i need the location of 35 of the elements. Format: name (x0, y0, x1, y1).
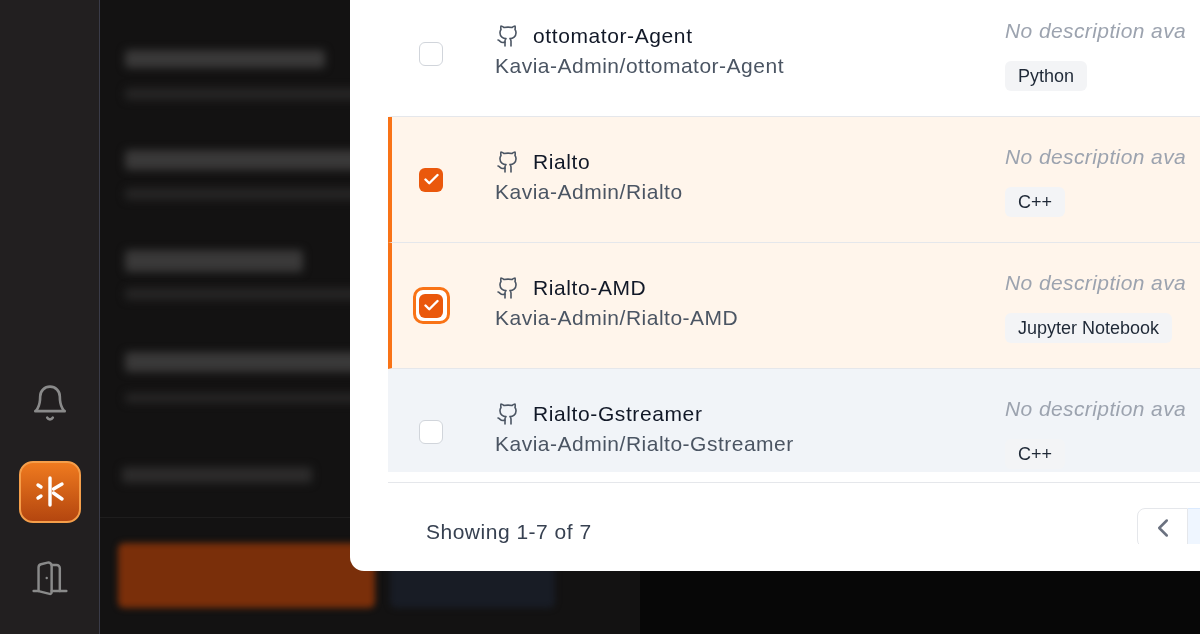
asterisk-logo-icon (34, 476, 65, 508)
repo-path: Kavia-Admin/Rialto-Gstreamer (495, 430, 794, 457)
chevron-left-icon (1157, 519, 1168, 537)
checkmark-icon (423, 298, 439, 313)
logo-button[interactable] (18, 461, 81, 523)
repo-name: Rialto (533, 148, 591, 175)
repo-description: No description ava (1005, 269, 1187, 296)
repo-description: No description ava (1005, 143, 1187, 170)
door-icon[interactable] (31, 560, 68, 596)
checkmark-icon (423, 172, 439, 187)
repo-description: No description ava (1005, 17, 1187, 44)
repo-name: ottomator-Agent (533, 22, 693, 49)
previous-page-button[interactable] (1137, 508, 1188, 544)
bell-icon[interactable] (31, 385, 68, 421)
pagination-summary: Showing 1-7 of 7 (426, 521, 592, 543)
checkbox[interactable] (419, 419, 443, 444)
repository-row[interactable]: Rialto-AMD Kavia-Admin/Rialto-AMD No description ava Jupyter Notebook (388, 243, 1200, 369)
repo-name: Rialto-AMD (533, 274, 647, 301)
repo-path: Kavia-Admin/Rialto-AMD (495, 304, 739, 331)
language-tag: Jupyter Notebook (1005, 312, 1173, 343)
repo-path: Kavia-Admin/Rialto (495, 178, 683, 205)
github-icon (497, 276, 519, 299)
checkbox[interactable] (419, 293, 443, 318)
github-icon (497, 402, 519, 425)
repo-path: Kavia-Admin/ottomator-Agent (495, 52, 784, 79)
checkbox[interactable] (419, 167, 443, 192)
repo-name: Rialto-Gstreamer (533, 400, 703, 427)
github-icon (497, 24, 519, 47)
repository-row[interactable]: Rialto Kavia-Admin/Rialto No description ava C++ (388, 117, 1200, 243)
repository-row[interactable]: Rialto-Gstreamer Kavia-Admin/Rialto-Gstreamer No description ava C++ (388, 369, 1200, 472)
repo-description: No description ava (1005, 395, 1187, 422)
language-tag: Python (1005, 60, 1088, 91)
language-tag: C++ (1005, 186, 1066, 217)
github-icon (497, 150, 519, 173)
checkbox[interactable] (419, 41, 443, 66)
